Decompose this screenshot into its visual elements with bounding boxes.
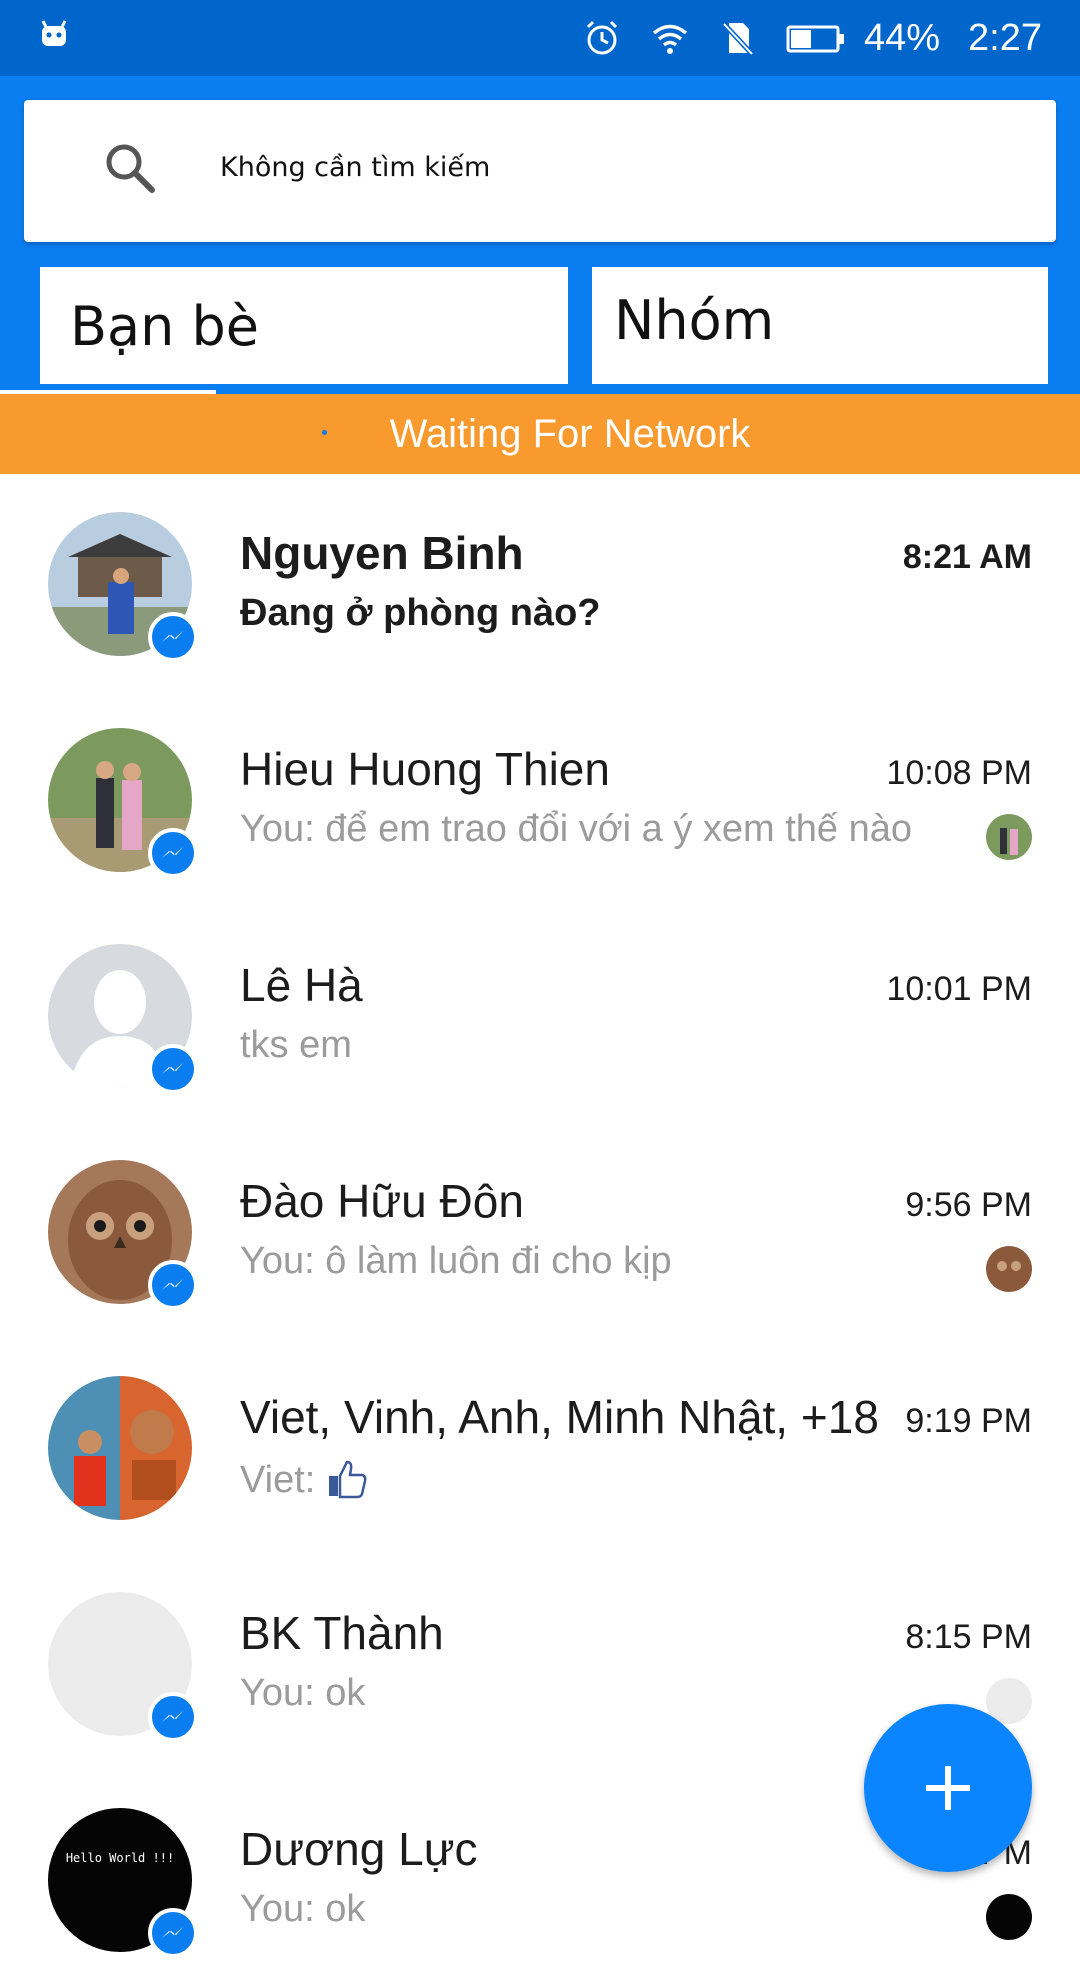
conversation-snippet: You: ô làm luôn đi cho kịp <box>240 1240 672 1282</box>
status-clock: 2:27 <box>968 16 1042 59</box>
messenger-badge-icon <box>148 828 198 878</box>
android-debug-icon <box>41 20 67 46</box>
loading-dot <box>322 430 327 435</box>
conversation-item[interactable]: Đào Hữu Đôn 9:56 PM You: ô làm luôn đi c… <box>0 1122 1080 1338</box>
thumbs-up-icon <box>329 1460 367 1499</box>
conversation-snippet: Viet: <box>240 1456 980 1502</box>
tab-friends-label: Bạn bè <box>70 295 260 358</box>
battery-icon <box>786 25 844 53</box>
messenger-badge-icon <box>148 612 198 662</box>
conversation-snippet: Đang ở phòng nào? <box>240 592 601 634</box>
conversation-name: Đào Hữu Đôn <box>240 1175 524 1227</box>
conversation-name: Nguyen Binh <box>240 527 524 579</box>
conversation-time: 10:08 PM <box>886 754 1032 792</box>
seen-avatar <box>986 814 1032 860</box>
tab-groups-label: Nhóm <box>614 289 775 352</box>
wifi-icon <box>652 24 688 54</box>
network-status-banner: Waiting For Network <box>0 394 1080 474</box>
conversation-time: 9:19 PM <box>905 1402 1032 1440</box>
tab-friends[interactable]: Bạn bè <box>40 267 568 384</box>
conversation-name: BK Thành <box>240 1607 444 1659</box>
no-sim-icon <box>722 22 754 56</box>
conversation-time: 9:56 PM <box>905 1186 1032 1224</box>
conversation-name: Viet, Vinh, Anh, Minh Nhật, +18 <box>240 1391 879 1443</box>
network-status-text: Waiting For Network <box>389 412 751 456</box>
conversation-name: Hieu Huong Thien <box>240 743 610 795</box>
messenger-badge-icon <box>148 1908 198 1958</box>
conversation-snippet: tks em <box>240 1024 352 1066</box>
app-header: Không cần tìm kiếm Bạn bè Nhóm <box>0 76 1080 395</box>
avatar[interactable] <box>48 1376 192 1520</box>
group-photo <box>48 1376 192 1520</box>
new-message-button[interactable] <box>864 1704 1032 1872</box>
battery-percent: 44% <box>863 16 941 59</box>
search-icon[interactable] <box>98 136 162 200</box>
snippet-sender: Viet: <box>240 1459 316 1501</box>
conversation-snippet: You: ok <box>240 1888 366 1930</box>
messenger-badge-icon <box>148 1044 198 1094</box>
alarm-icon <box>586 20 618 55</box>
avatar-text: Hello World !!! <box>66 1851 174 1865</box>
search-bar[interactable]: Không cần tìm kiếm <box>24 100 1056 242</box>
plus-icon <box>926 1766 970 1810</box>
messenger-badge-icon <box>148 1692 198 1742</box>
search-input[interactable]: Không cần tìm kiếm <box>220 152 490 183</box>
seen-avatar <box>986 1246 1032 1292</box>
conversation-item[interactable]: Viet, Vinh, Anh, Minh Nhật, +18 9:19 PM … <box>0 1338 1080 1554</box>
tab-groups[interactable]: Nhóm <box>592 267 1048 384</box>
conversation-item[interactable]: Hieu Huong Thien 10:08 PM You: để em tra… <box>0 690 1080 906</box>
conversation-name: Dương Lực <box>240 1823 478 1875</box>
conversation-time: 8:21 AM <box>902 538 1032 576</box>
messenger-badge-icon <box>148 1260 198 1310</box>
conversation-item[interactable]: Lê Hà 10:01 PM tks em <box>0 906 1080 1122</box>
conversation-item[interactable]: Nguyen Binh 8:21 AM Đang ở phòng nào? <box>0 474 1080 690</box>
status-bar: 44% 2:27 <box>0 0 1080 76</box>
seen-avatar <box>986 1894 1032 1940</box>
conversation-snippet: You: để em trao đổi với a ý xem thế nào <box>240 808 913 850</box>
conversation-time: 8:15 PM <box>905 1618 1032 1656</box>
conversation-name: Lê Hà <box>240 959 363 1011</box>
conversation-time: 10:01 PM <box>886 970 1032 1008</box>
status-icons: 44% 2:27 <box>554 0 1042 76</box>
